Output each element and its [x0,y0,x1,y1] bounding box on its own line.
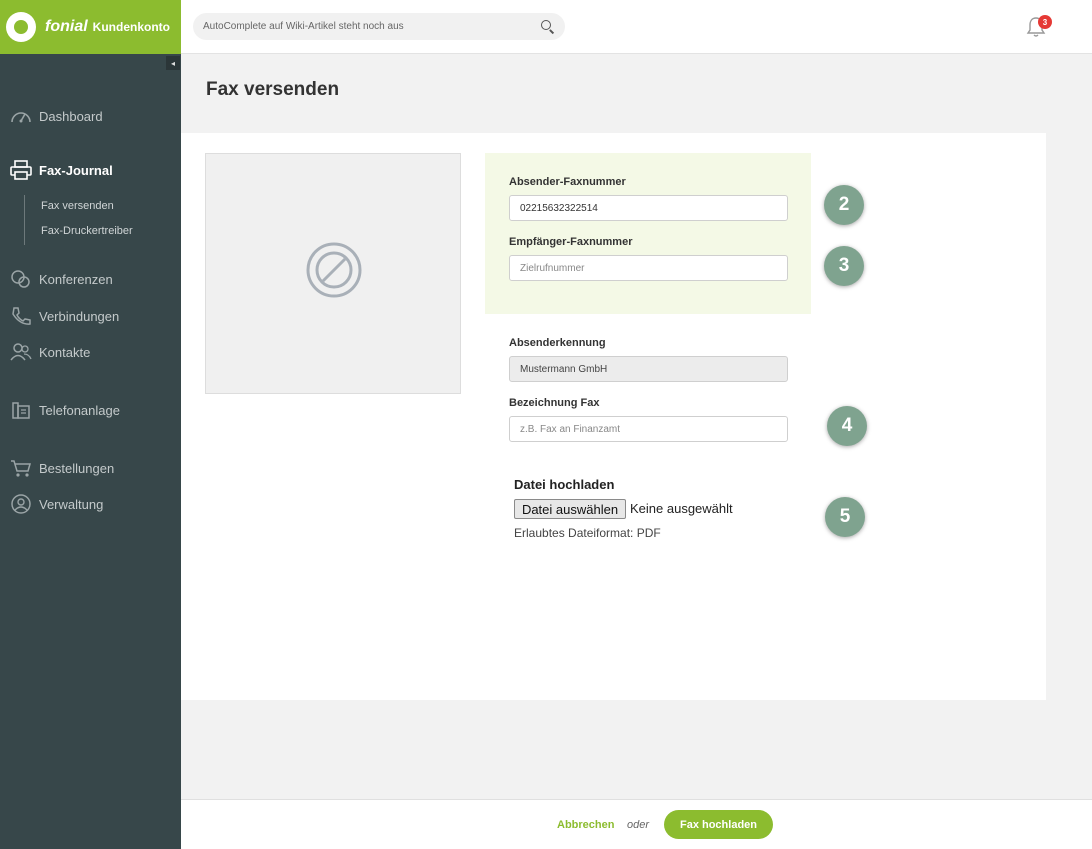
printer-icon [10,160,32,180]
user-icon [10,494,32,514]
contacts-icon [10,342,32,362]
brand-logo-area[interactable]: fonial Kundenkonto [0,0,181,54]
sidebar-item-label: Bestellungen [39,460,115,476]
notification-badge: 3 [1038,15,1052,29]
brand-subtitle: Kundenkonto [92,20,170,34]
step-marker-5: 5 [825,497,865,537]
sidebar-item-kontakte[interactable]: Kontakte [0,340,181,364]
step-marker-3: 3 [824,246,864,286]
or-text: oder [627,819,650,831]
recipient-fax-input[interactable] [509,255,788,281]
recipient-fax-label: Empfänger-Faxnummer [509,236,633,248]
sidebar-subitem-fax-versenden[interactable]: Fax versenden [41,200,114,212]
phone-icon [10,306,32,326]
fax-title-input[interactable] [509,416,788,442]
fax-title-label: Bezeichnung Fax [509,397,600,409]
sidebar-item-verbindungen[interactable]: Verbindungen [0,304,181,328]
fonial-logo-icon [6,12,36,42]
sidebar-item-verwaltung[interactable]: Verwaltung [0,492,181,516]
upload-label: Datei hochladen [514,477,615,492]
sidebar-item-label: Fax-Journal [39,162,113,178]
search-icon[interactable] [541,19,555,34]
step-marker-2: 2 [824,185,864,225]
sidebar-item-konferenzen[interactable]: Konferenzen [0,267,181,291]
sidebar-item-label: Kontakte [39,344,91,360]
brand-name: fonial [45,18,88,35]
sidebar-item-bestellungen[interactable]: Bestellungen [0,456,181,480]
sender-fax-label: Absender-Faxnummer [509,176,626,188]
choose-file-button[interactable]: Datei auswählen [514,499,626,519]
sender-fax-input[interactable] [509,195,788,221]
sidebar-item-dashboard[interactable]: Dashboard [0,104,181,128]
top-bar: 3 [181,0,1092,54]
subnav-divider [24,195,25,245]
sender-id-field [509,356,788,382]
page-title: Fax versenden [206,79,340,100]
sidebar: ◂ Dashboard Fax-Journal Fax versenden Fa… [0,54,181,849]
sidebar-item-label: Telefonanlage [39,402,120,418]
sidebar-item-label: Konferenzen [39,271,113,287]
sidebar-item-label: Verbindungen [39,308,120,324]
sidebar-item-label: Dashboard [39,108,103,124]
cancel-link[interactable]: Abbrechen [557,819,614,831]
conference-icon [10,269,32,289]
file-status: Keine ausgewählt [630,501,733,516]
fax-preview-panel [205,153,461,394]
no-preview-icon [306,242,362,298]
allowed-format-hint: Erlaubtes Dateiformat: PDF [514,526,661,540]
footer-action-bar: Abbrechen oder Fax hochladen [181,799,1092,849]
upload-fax-button[interactable]: Fax hochladen [664,810,773,839]
step-marker-4: 4 [827,406,867,446]
collapse-sidebar-button[interactable]: ◂ [166,56,180,70]
phone-system-icon [10,400,32,420]
speedometer-icon [10,106,32,126]
sidebar-item-telefonanlage[interactable]: Telefonanlage [0,398,181,422]
search-input[interactable] [203,21,541,32]
sender-id-label: Absenderkennung [509,337,606,349]
cart-icon [10,458,32,478]
sidebar-subitem-fax-druckertreiber[interactable]: Fax-Druckertreiber [41,225,133,237]
search-bar [193,13,565,40]
sidebar-item-fax-journal[interactable]: Fax-Journal [0,158,181,182]
sidebar-item-label: Verwaltung [39,496,104,512]
